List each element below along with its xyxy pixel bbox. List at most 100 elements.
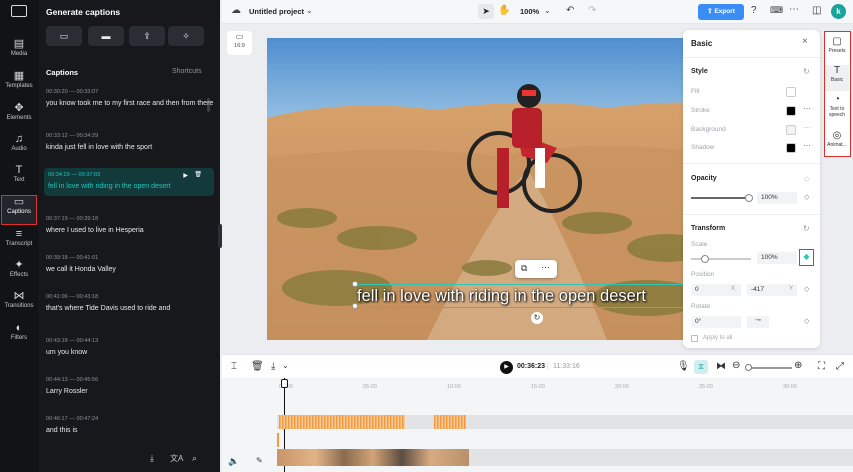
resize-handle-bl[interactable] [352,303,358,309]
timeline-zoom-thumb[interactable] [745,364,752,371]
rail-item-elements[interactable]: ✥ Elements [1,102,37,132]
rail-item-captions[interactable]: ▭ Captions [1,195,37,225]
rail-item-media[interactable]: ▤ Media [1,38,37,68]
translate-icon[interactable]: 文A [170,453,183,464]
scale-value[interactable]: 100% [757,252,797,264]
edit-pen-icon[interactable]: ✎ [256,456,263,465]
opacity-slider[interactable] [691,194,753,202]
cloud-icon[interactable]: ☁ [231,5,241,16]
caption-item[interactable]: 00:37:19 — 00:39:18 where I used to live … [46,216,214,236]
opacity-keyframe-diamond-icon[interactable]: ◇ [804,193,809,201]
delete-caption-icon[interactable]: 🗑 [194,171,202,178]
auto-snap-icon[interactable]: ⧖ [694,360,708,374]
more-icon[interactable]: ⋯ [789,4,799,15]
split-icon[interactable]: ⌶ [231,361,237,372]
rail-item-transcript[interactable]: ≡ Transcript [1,228,37,258]
rail-item-filters[interactable]: ◐ Filters [1,322,37,352]
video-preview[interactable]: fell in love with riding in the open des… [267,38,707,340]
reset-style-icon[interactable]: ↻ [803,67,810,76]
scale-slider[interactable] [691,255,751,263]
position-keyframe-icon[interactable]: ◇ [804,285,809,293]
property-tab-animat[interactable]: ◎ Animat... [825,130,849,148]
subtitle-overlay[interactable]: fell in love with riding in the open des… [355,284,707,308]
opacity-keyframe-icon[interactable]: ◇ [804,175,809,183]
fill-swatch[interactable] [786,87,796,97]
background-more-icon[interactable]: ⋯ [803,123,811,132]
aspect-ratio-button[interactable]: ▭ 16:9 [227,31,252,55]
download-chevron-icon[interactable]: ⌄ [282,361,289,370]
link-icon[interactable]: ⧓ [716,361,726,372]
keyboard-icon[interactable]: ⌨ [770,5,783,16]
timeline-zoom-slider[interactable] [745,364,792,371]
play-caption-icon[interactable]: ▶ [183,172,188,179]
zoom-in-icon[interactable]: ⊕ [794,360,802,371]
shadow-swatch[interactable] [786,143,796,153]
caption-text[interactable]: kinda just fell in love with the sport [46,143,214,153]
rail-item-text[interactable]: T Text [1,164,37,194]
mute-icon[interactable]: 🔈 [228,456,239,467]
copy-icon[interactable]: ⧉ [521,263,527,274]
rotate-dial-icon[interactable]: ⊸ [747,316,769,328]
property-tab-presets[interactable]: ▢ Presets [825,36,849,54]
caption-item[interactable]: 00:34:29 — 00:37:03 fell in love with rid… [44,168,214,196]
caption-text[interactable]: we call it Honda Valley [46,265,214,275]
property-tab-basic[interactable]: T Basic [825,65,849,91]
chevron-down-icon[interactable]: ⌄ [306,6,313,15]
caption-text[interactable]: Larry Rossler [46,387,214,397]
reset-transform-icon[interactable]: ↻ [803,224,810,233]
delete-icon[interactable]: 🗑 [251,361,264,372]
zoom-chevron-icon[interactable]: ⌄ [544,6,551,15]
undo-icon[interactable]: ↶ [566,5,574,16]
caption-item[interactable]: 00:30:20 — 00:33:07 you know took me to m… [46,89,214,109]
video-clip[interactable] [277,449,469,466]
audio-waveform-clip-1[interactable] [279,415,405,429]
caption-item[interactable]: 00:39:18 — 00:41:01 we call it Honda Vall… [46,255,214,275]
opacity-value[interactable]: 100% [757,192,797,204]
close-icon[interactable]: × [802,36,808,47]
rail-item-templates[interactable]: ▦ Templates [1,70,37,100]
stroke-swatch[interactable] [786,106,796,116]
redo-icon[interactable]: ↷ [588,5,596,16]
apply-all-checkbox[interactable] [691,335,698,342]
fit-screen-icon[interactable]: ⛶ [818,361,825,372]
opacity-slider-thumb[interactable] [745,194,753,202]
zoom-out-icon[interactable]: ⊖ [732,360,740,371]
caption-text[interactable]: and this is [46,426,214,436]
avatar[interactable]: k [831,4,846,19]
caption-tool-button-1[interactable]: ▭ [46,26,82,46]
caption-text[interactable]: where I used to live in Hesperia [46,226,214,236]
background-swatch[interactable] [786,125,796,135]
caption-item[interactable]: 00:44:13 — 00:45:56 Larry Rossler [46,377,214,397]
caption-text[interactable]: that's where Tide Davis used to ride and [46,304,214,314]
more-options-icon[interactable]: ⋯ [541,262,550,273]
microphone-icon[interactable]: 🎙 [677,361,690,372]
download-icon[interactable]: ⤓ [150,453,154,464]
caption-text[interactable]: you know took me to my first race and th… [46,99,214,109]
project-title[interactable]: Untitled project [249,7,304,16]
stroke-more-icon[interactable]: ⋯ [803,104,811,113]
caption-tool-button-2[interactable]: ▬ [88,26,124,46]
scale-keyframe-button[interactable]: ◆ [799,249,814,266]
property-tab-text-to-speech[interactable]: ◔ Text to speech [825,94,849,118]
scale-slider-thumb[interactable] [701,255,709,263]
rail-item-audio[interactable]: ♫ Audio [1,133,37,163]
caption-item[interactable]: 00:41:06 — 00:43:18 that's where Tide Dav… [46,294,214,314]
fullscreen-icon[interactable]: ⤢ [836,361,844,372]
caption-item[interactable]: 00:33:12 — 00:34:29 kinda just fell in lo… [46,133,214,153]
rotate-keyframe-icon[interactable]: ◇ [804,317,809,325]
shortcuts-link[interactable]: Shortcuts [172,68,202,75]
rotate-input[interactable]: 0° [691,316,741,328]
search-replace-icon[interactable]: ⌕ [192,453,197,464]
play-button[interactable]: ▶ [500,361,513,374]
hand-tool-icon[interactable]: ✋ [498,5,510,16]
caption-text[interactable]: um you know [46,348,214,358]
layout-toggle-icon[interactable]: ◫ [812,5,821,16]
help-icon[interactable]: ? [751,5,757,16]
caption-text[interactable]: fell in love with riding in the open des… [48,182,210,192]
shadow-more-icon[interactable]: ⋯ [803,141,811,150]
rail-item-transitions[interactable]: ⋈ Transitions [1,290,37,320]
export-button[interactable]: ⇪ Export [698,4,744,20]
audio-track-marker[interactable] [277,433,279,447]
playhead-handle[interactable] [281,379,288,388]
audio-waveform-clip-2[interactable] [434,415,466,429]
